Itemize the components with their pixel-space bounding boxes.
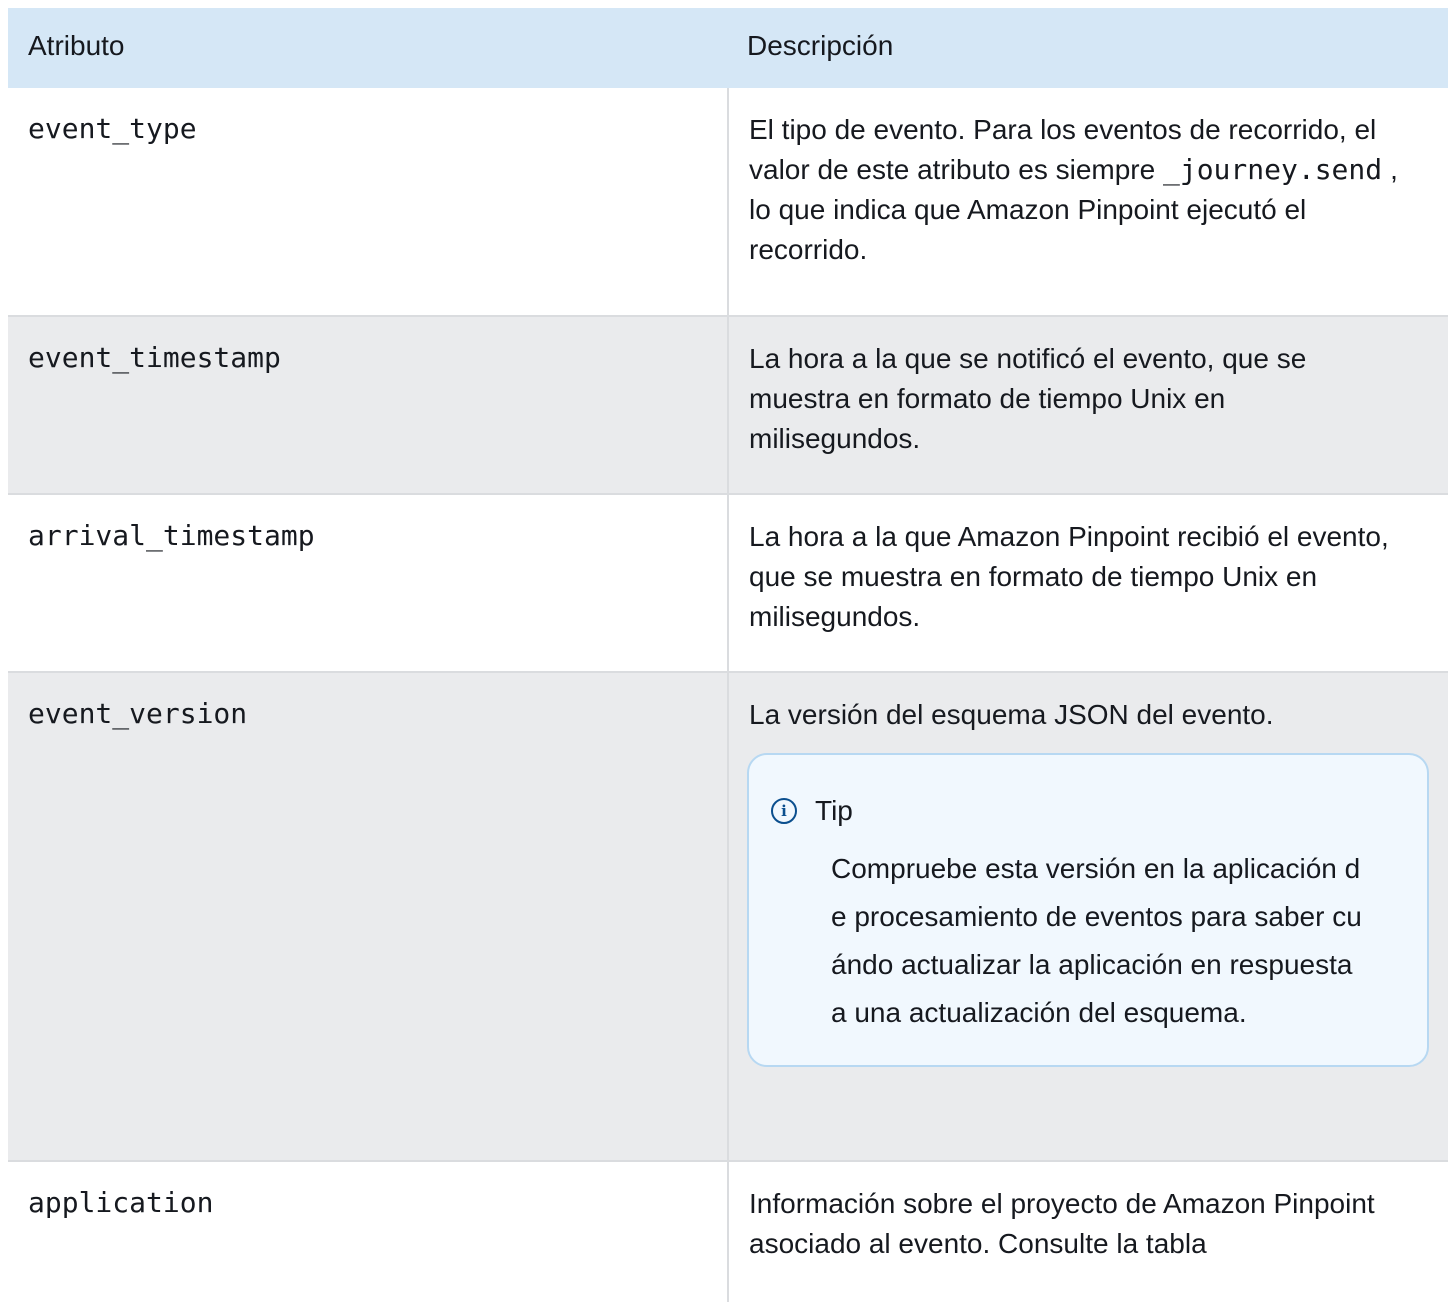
description-text: El tipo de evento. Para los eventos de r…: [749, 88, 1409, 290]
description-cell: Información sobre el proyecto de Amazon …: [727, 1162, 1448, 1302]
description-text: La hora a la que Amazon Pinpoint recibió…: [749, 521, 1389, 632]
attribute-name: event_timestamp: [28, 341, 281, 374]
attribute-name: event_version: [28, 697, 248, 730]
tip-title: Tip: [815, 795, 853, 826]
attribute-name: application: [28, 1186, 214, 1219]
description-text: La hora a la que se notificó el evento, …: [749, 343, 1307, 454]
table-row: event_timestamp La hora a la que se noti…: [8, 317, 1448, 495]
attribute-name: event_type: [28, 112, 197, 145]
description-text: La versión del esquema JSON del evento.: [749, 699, 1274, 730]
description-cell: La hora a la que se notificó el evento, …: [727, 317, 1448, 493]
column-header-description: Descripción: [747, 30, 894, 61]
tip-header: i Tip: [771, 791, 1407, 831]
table-row: event_version La versión del esquema JSO…: [8, 673, 1448, 1162]
inline-code: _journey.send: [1162, 153, 1383, 186]
table-row: arrival_timestamp La hora a la que Amazo…: [8, 495, 1448, 673]
tip-body: Compruebe esta versión en la aplicación …: [831, 853, 1362, 1028]
description-text: Información sobre el proyecto de Amazon …: [749, 1188, 1375, 1259]
table-header-row: Atributo Descripción: [8, 8, 1448, 88]
attributes-table: Atributo Descripción event_type El tipo …: [8, 8, 1448, 1302]
table-row: event_type El tipo de evento. Para los e…: [8, 88, 1448, 317]
description-cell: La hora a la que Amazon Pinpoint recibió…: [727, 495, 1448, 671]
description-cell: El tipo de evento. Para los eventos de r…: [727, 88, 1448, 315]
attribute-name: arrival_timestamp: [28, 519, 315, 552]
description-cell: La versión del esquema JSON del evento. …: [727, 673, 1448, 1160]
tip-callout: i Tip Compruebe esta versión en la aplic…: [747, 753, 1429, 1067]
table-row: application Información sobre el proyect…: [8, 1162, 1448, 1302]
info-icon: i: [771, 798, 797, 824]
column-header-attribute: Atributo: [28, 30, 125, 61]
